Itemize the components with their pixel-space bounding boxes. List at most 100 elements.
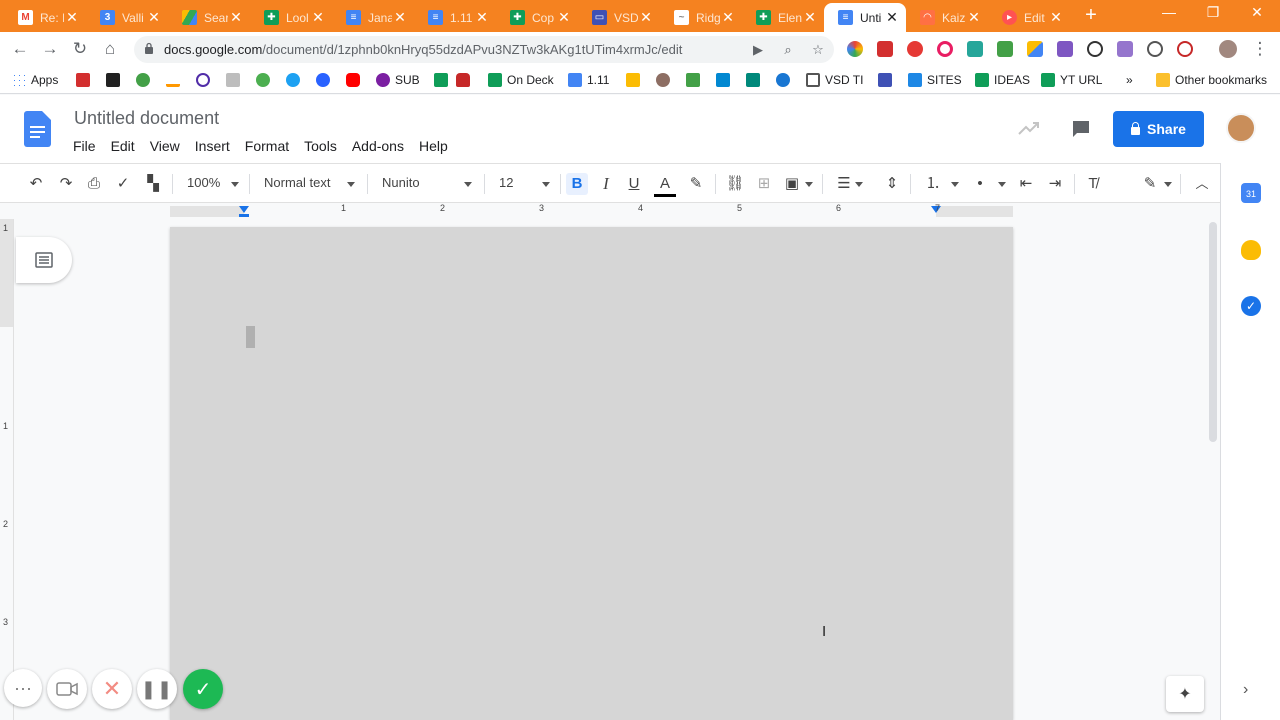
extension-teal-icon[interactable] (967, 41, 983, 57)
insert-image-icon[interactable]: ▣ (781, 173, 803, 195)
tasks-icon[interactable]: ✓ (1241, 296, 1261, 316)
more-options-button[interactable]: ··· (4, 669, 42, 707)
extension-q-icon[interactable] (1087, 41, 1103, 57)
address-bar[interactable]: docs.google.com/document/d/1zphnb0knHryq… (134, 36, 834, 63)
extension-purple-icon[interactable] (1057, 41, 1073, 57)
cancel-recording-button[interactable]: ✕ (92, 669, 132, 709)
forward-icon[interactable]: → (40, 39, 60, 59)
menu-addons[interactable]: Add-ons (352, 138, 404, 154)
bookmark-sheets[interactable] (434, 71, 453, 89)
bookmark-twitter[interactable] (286, 71, 305, 89)
close-icon[interactable]: ✕ (64, 9, 80, 26)
share-button[interactable]: Share (1113, 111, 1204, 147)
bookmark-icon-5[interactable] (196, 71, 215, 89)
profile-avatar[interactable] (1219, 40, 1237, 58)
text-color-button[interactable]: A (654, 173, 676, 197)
bookmark-icon-c-green[interactable] (686, 71, 705, 89)
paragraph-style-select[interactable]: Normal text (264, 175, 330, 190)
browser-tab-drive[interactable]: Sear ✕ (168, 3, 250, 32)
spellcheck-icon[interactable]: ✓ (112, 173, 134, 195)
line-spacing-icon[interactable]: ⇕ (881, 173, 903, 195)
calendar-icon[interactable]: 31 (1241, 183, 1261, 203)
browser-tab-video[interactable]: ▸ Edit ✕ (988, 3, 1070, 32)
bookmark-yt-url[interactable]: YT URL (1041, 71, 1102, 89)
bookmark-icon-3[interactable] (136, 71, 155, 89)
extension-grey-icon[interactable] (1147, 41, 1163, 57)
bookmark-icon-globe[interactable] (776, 71, 795, 89)
menu-format[interactable]: Format (245, 138, 289, 154)
keep-icon[interactable] (1241, 240, 1261, 260)
activity-trend-icon[interactable] (1018, 120, 1040, 136)
zoom-select[interactable]: 100% (187, 175, 220, 190)
other-bookmarks[interactable]: Other bookmarks (1156, 71, 1267, 89)
redo-icon[interactable]: ↷ (55, 173, 77, 195)
browser-tab-page[interactable]: ~ Ridg ✕ (660, 3, 742, 32)
new-tab-button[interactable]: + (1080, 5, 1102, 27)
menu-dots-icon[interactable]: ⋮ (1250, 39, 1270, 59)
chevron-right-icon[interactable]: › (1243, 681, 1248, 699)
close-icon[interactable]: ✕ (802, 9, 818, 26)
menu-help[interactable]: Help (419, 138, 448, 154)
bookmark-icon-6[interactable] (226, 71, 245, 89)
comment-icon[interactable] (1071, 119, 1091, 139)
bookmark-car[interactable] (456, 71, 475, 89)
extension-gt-icon[interactable] (1177, 41, 1193, 57)
browser-tab-sheets-3[interactable]: ✚ Elen ✕ (742, 3, 824, 32)
close-window-icon[interactable]: ✕ (1245, 4, 1269, 26)
bookmark-youtube[interactable] (346, 71, 365, 89)
browser-tab-docs-1[interactable]: ≡ Jana ✕ (332, 3, 414, 32)
browser-tab-calendar[interactable]: 3 Valli ✕ (86, 3, 168, 32)
bookmark-icon-pencil[interactable] (746, 71, 765, 89)
browser-tab-sheets-1[interactable]: ✚ Lool ✕ (250, 3, 332, 32)
menu-tools[interactable]: Tools (304, 138, 337, 154)
browser-tab-gmail[interactable]: M Re: I ✕ (4, 3, 86, 32)
finish-recording-button[interactable]: ✓ (183, 669, 223, 709)
bookmark-icon-play[interactable] (716, 71, 735, 89)
bookmark-vsd-ti[interactable]: VSD TI (806, 71, 863, 89)
close-icon[interactable]: ✕ (966, 9, 982, 26)
clear-formatting-icon[interactable]: T̸ (1082, 173, 1104, 195)
zoom-icon[interactable]: ⌕ (780, 42, 796, 58)
browser-tab-docs-2[interactable]: ≡ 1.11 ✕ (414, 3, 496, 32)
extension-badge-icon[interactable] (877, 41, 893, 57)
close-icon[interactable]: ✕ (720, 9, 736, 26)
undo-icon[interactable]: ↶ (25, 173, 47, 195)
close-icon[interactable]: ✕ (638, 9, 654, 26)
minimize-icon[interactable]: — (1157, 4, 1181, 26)
browser-tab-active-doc[interactable]: ≡ Unti ✕ (824, 3, 906, 32)
horizontal-ruler[interactable]: 1 2 3 4 5 6 7 (0, 203, 1220, 219)
decrease-indent-icon[interactable]: ⇤ (1015, 173, 1037, 195)
collapse-menus-icon[interactable]: ︿ (1191, 173, 1213, 195)
bookmark-icon-slides[interactable] (626, 71, 645, 89)
increase-indent-icon[interactable]: ⇥ (1044, 173, 1066, 195)
add-comment-icon[interactable]: ⊞ (753, 173, 775, 195)
home-icon[interactable]: ⌂ (100, 39, 120, 59)
close-icon[interactable]: ✕ (1048, 9, 1064, 26)
explore-button[interactable]: ✦ (1166, 676, 1204, 712)
close-icon[interactable]: ✕ (392, 9, 408, 26)
user-avatar[interactable] (1226, 113, 1256, 143)
pdf-extension-icon[interactable] (1117, 41, 1133, 57)
extension-color-icon[interactable] (847, 41, 863, 57)
underline-button[interactable]: U (623, 173, 645, 195)
browser-tab-kaizena[interactable]: ◠ Kaiz ✕ (906, 3, 988, 32)
back-icon[interactable]: ← (10, 39, 30, 59)
camera-toggle-button[interactable] (47, 669, 87, 709)
url-text[interactable]: docs.google.com/document/d/1zphnb0knHryq… (164, 42, 682, 57)
menu-edit[interactable]: Edit (111, 138, 135, 154)
editing-mode-icon[interactable]: ✎ (1139, 173, 1161, 195)
font-select[interactable]: Nunito (382, 175, 420, 190)
close-icon[interactable]: ✕ (556, 9, 572, 26)
bold-button[interactable]: B (566, 173, 588, 195)
close-icon[interactable]: ✕ (228, 9, 244, 26)
bookmark-ideas[interactable]: IDEAS (975, 71, 1030, 89)
bookmark-icon-9[interactable] (316, 71, 335, 89)
bookmark-icon-cookie[interactable] (656, 71, 675, 89)
bookmark-forms[interactable] (878, 71, 897, 89)
bookmark-on-deck[interactable]: On Deck (488, 71, 554, 89)
close-icon[interactable]: ✕ (474, 9, 490, 26)
bookmarks-overflow[interactable]: » (1126, 71, 1133, 89)
star-icon[interactable]: ☆ (810, 42, 826, 58)
menu-file[interactable]: File (73, 138, 96, 154)
link-icon[interactable]: ⛓ (724, 173, 746, 195)
